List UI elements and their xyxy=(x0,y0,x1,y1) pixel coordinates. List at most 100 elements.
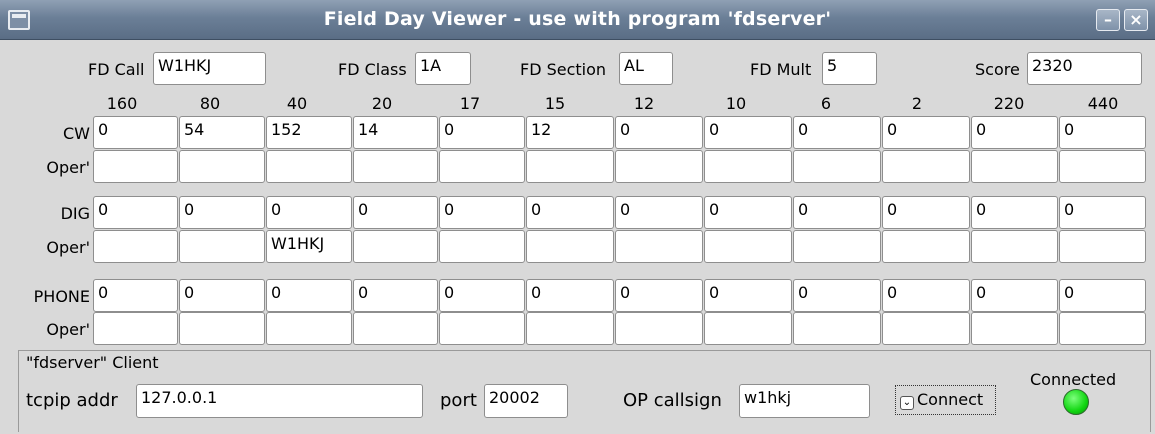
close-button[interactable]: × xyxy=(1124,9,1148,31)
score-label: Score xyxy=(975,60,1020,79)
phone-oper-10[interactable] xyxy=(704,312,792,345)
dig-count-440[interactable]: 0 xyxy=(1059,196,1146,229)
cw-count-10[interactable]: 0 xyxy=(704,116,792,149)
dig-oper-2[interactable] xyxy=(882,230,970,263)
dig-oper-80[interactable] xyxy=(179,230,265,263)
phone-count-17[interactable]: 0 xyxy=(439,279,525,312)
fd-call-field[interactable]: W1HKJ xyxy=(153,52,266,85)
cw-count-15[interactable]: 12 xyxy=(526,116,614,149)
tcpip-addr-field[interactable]: 127.0.0.1 xyxy=(136,384,423,418)
cw-count-12[interactable]: 0 xyxy=(615,116,703,149)
cw-count-40[interactable]: 152 xyxy=(266,116,352,149)
cw-oper-6[interactable] xyxy=(793,150,881,183)
op-callsign-field[interactable]: w1hkj xyxy=(739,384,870,418)
cw-oper-440[interactable] xyxy=(1059,150,1146,183)
cw-oper-160[interactable] xyxy=(93,150,178,183)
connect-toggle-button[interactable]: ⌄ Connect xyxy=(895,385,996,415)
cw-count-440[interactable]: 0 xyxy=(1059,116,1146,149)
cw-count-80[interactable]: 54 xyxy=(179,116,265,149)
cw-oper-12[interactable] xyxy=(615,150,703,183)
phone-oper-6[interactable] xyxy=(793,312,881,345)
field-day-viewer-window: Field Day Viewer - use with program 'fds… xyxy=(0,0,1155,434)
minimize-button[interactable]: – xyxy=(1096,9,1120,31)
phone-count-440[interactable]: 0 xyxy=(1059,279,1146,312)
dig-oper-220[interactable] xyxy=(971,230,1058,263)
dig-count-20[interactable]: 0 xyxy=(353,196,438,229)
fd-section-field[interactable]: AL xyxy=(619,52,673,85)
dig-oper-20[interactable] xyxy=(353,230,438,263)
fd-class-field[interactable]: 1A xyxy=(415,52,471,85)
cw-count-2[interactable]: 0 xyxy=(882,116,970,149)
port-field[interactable]: 20002 xyxy=(484,384,568,418)
dig-oper-440[interactable] xyxy=(1059,230,1146,263)
dig-count-80[interactable]: 0 xyxy=(179,196,265,229)
phone-oper-20[interactable] xyxy=(353,312,438,345)
fd-call-label: FD Call xyxy=(88,60,145,79)
cw-oper-20[interactable] xyxy=(353,150,438,183)
dig-row-label: DIG xyxy=(60,204,90,223)
phone-count-220[interactable]: 0 xyxy=(971,279,1058,312)
cw-count-20[interactable]: 14 xyxy=(353,116,438,149)
phone-oper-440[interactable] xyxy=(1059,312,1146,345)
checkbox-icon[interactable]: ⌄ xyxy=(900,396,914,410)
cw-oper-2[interactable] xyxy=(882,150,970,183)
phone-oper-40[interactable] xyxy=(266,312,352,345)
dig-count-220[interactable]: 0 xyxy=(971,196,1058,229)
phone-oper-17[interactable] xyxy=(439,312,525,345)
dig-count-40[interactable]: 0 xyxy=(266,196,352,229)
dig-oper-15[interactable] xyxy=(526,230,614,263)
phone-row-label: PHONE xyxy=(33,287,90,306)
score-field[interactable]: 2320 xyxy=(1027,52,1142,85)
phone-count-160[interactable]: 0 xyxy=(93,279,178,312)
phone-count-15[interactable]: 0 xyxy=(526,279,614,312)
phone-oper-220[interactable] xyxy=(971,312,1058,345)
phone-oper-2[interactable] xyxy=(882,312,970,345)
cw-count-160[interactable]: 0 xyxy=(93,116,178,149)
band-header-12: 12 xyxy=(633,94,655,113)
dig-count-6[interactable]: 0 xyxy=(793,196,881,229)
dig-count-15[interactable]: 0 xyxy=(526,196,614,229)
cw-count-220[interactable]: 0 xyxy=(971,116,1058,149)
cw-row-label: CW xyxy=(63,124,90,143)
phone-count-12[interactable]: 0 xyxy=(615,279,703,312)
dig-count-160[interactable]: 0 xyxy=(93,196,178,229)
cw-oper-10[interactable] xyxy=(704,150,792,183)
dig-count-17[interactable]: 0 xyxy=(439,196,525,229)
cw-oper-40[interactable] xyxy=(266,150,352,183)
dig-count-2[interactable]: 0 xyxy=(882,196,970,229)
phone-count-40[interactable]: 0 xyxy=(266,279,352,312)
phone-count-80[interactable]: 0 xyxy=(179,279,265,312)
dig-oper-6[interactable] xyxy=(793,230,881,263)
phone-count-2[interactable]: 0 xyxy=(882,279,970,312)
phone-count-6[interactable]: 0 xyxy=(793,279,881,312)
dig-oper-160[interactable] xyxy=(93,230,178,263)
op-callsign-label: OP callsign xyxy=(623,390,722,411)
title-bar[interactable]: Field Day Viewer - use with program 'fds… xyxy=(0,0,1155,40)
dig-count-10[interactable]: 0 xyxy=(704,196,792,229)
phone-count-20[interactable]: 0 xyxy=(353,279,438,312)
cw-oper-80[interactable] xyxy=(179,150,265,183)
dig-oper-row-label: Oper' xyxy=(46,238,90,257)
cw-oper-17[interactable] xyxy=(439,150,525,183)
dig-count-12[interactable]: 0 xyxy=(615,196,703,229)
dig-oper-17[interactable] xyxy=(439,230,525,263)
phone-oper-80[interactable] xyxy=(179,312,265,345)
phone-oper-12[interactable] xyxy=(615,312,703,345)
cw-count-6[interactable]: 0 xyxy=(793,116,881,149)
band-header-6: 6 xyxy=(820,94,832,113)
cw-oper-row-label: Oper' xyxy=(46,158,90,177)
cw-oper-15[interactable] xyxy=(526,150,614,183)
tcpip-addr-label: tcpip addr xyxy=(26,390,118,411)
dig-oper-40[interactable]: W1HKJ xyxy=(266,230,352,263)
port-label: port xyxy=(440,390,477,411)
fd-mult-field[interactable]: 5 xyxy=(822,52,877,85)
cw-count-17[interactable]: 0 xyxy=(439,116,525,149)
cw-oper-220[interactable] xyxy=(971,150,1058,183)
dig-oper-12[interactable] xyxy=(615,230,703,263)
phone-count-10[interactable]: 0 xyxy=(704,279,792,312)
phone-oper-160[interactable] xyxy=(93,312,178,345)
band-header-160: 160 xyxy=(106,94,138,113)
phone-oper-15[interactable] xyxy=(526,312,614,345)
connect-label: Connect xyxy=(917,390,984,409)
dig-oper-10[interactable] xyxy=(704,230,792,263)
